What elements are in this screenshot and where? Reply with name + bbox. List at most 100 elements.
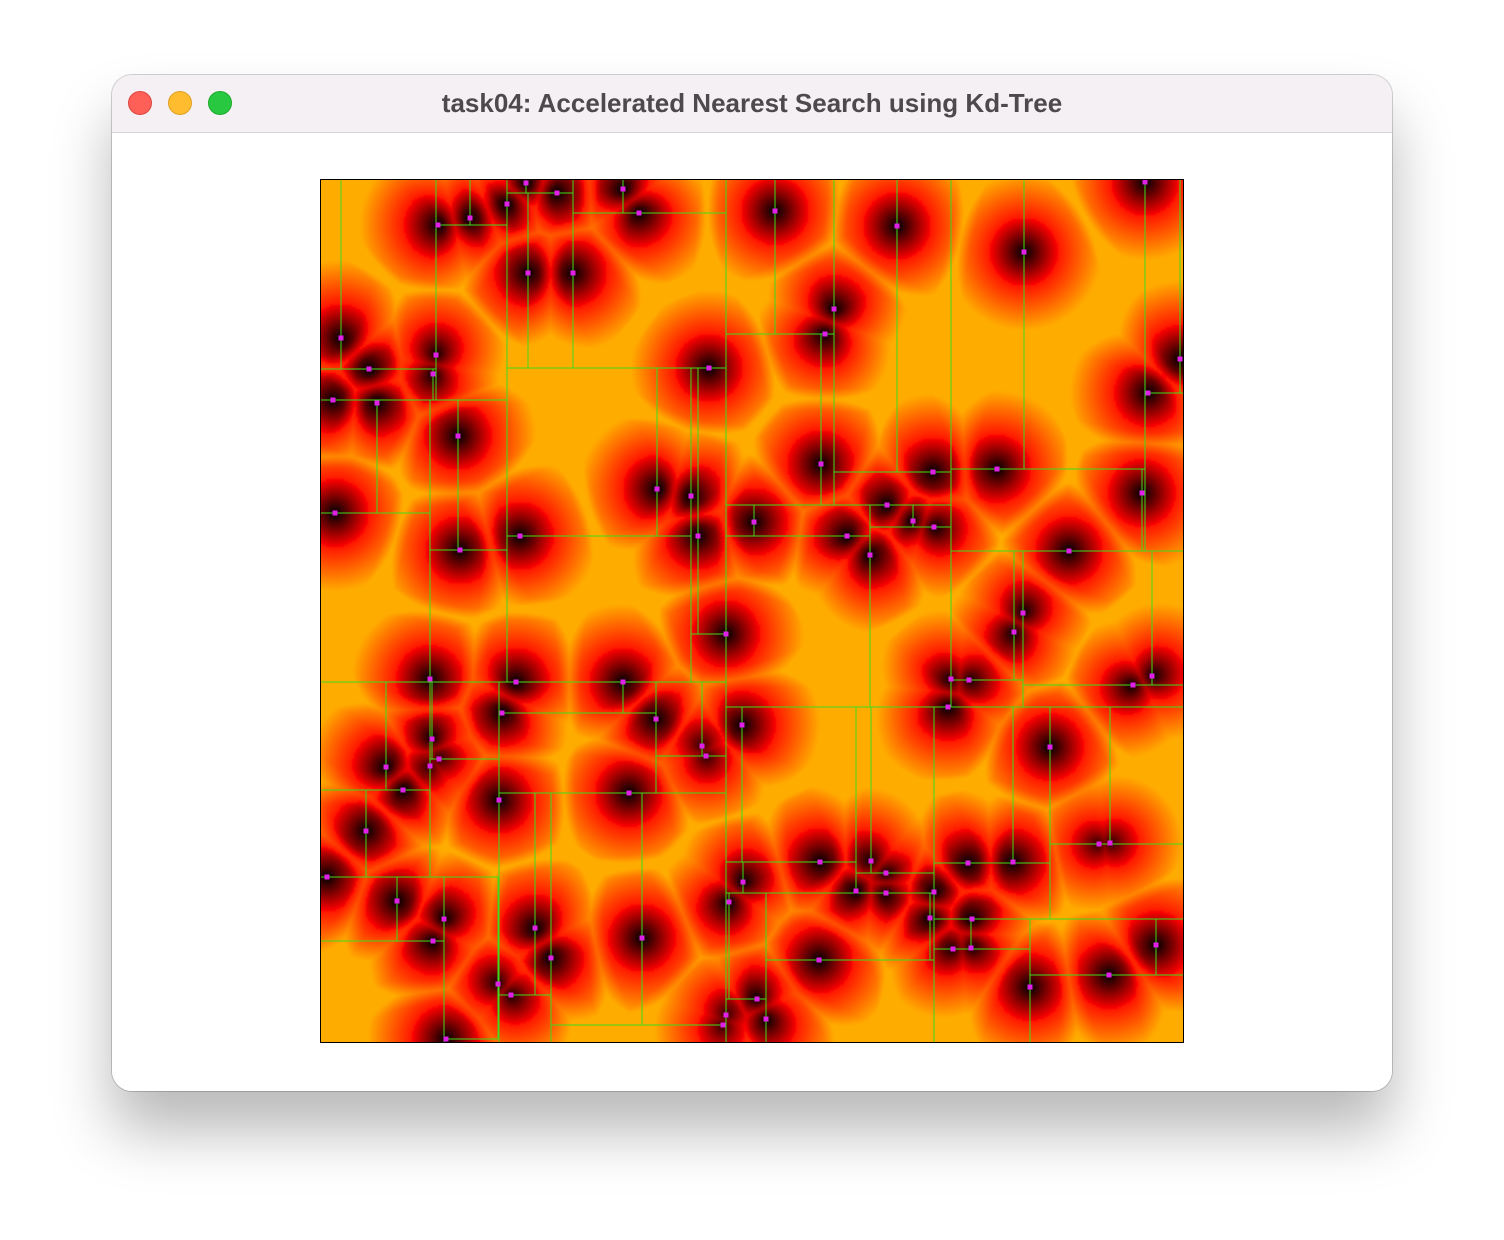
site-point-marker <box>1153 942 1159 948</box>
site-point-marker <box>822 331 828 337</box>
title-bar[interactable]: task04: Accelerated Nearest Search using… <box>112 75 1392 133</box>
site-point-marker <box>884 502 890 508</box>
site-point-marker <box>1107 840 1113 846</box>
site-point-marker <box>366 366 372 372</box>
site-point-marker <box>706 365 712 371</box>
site-point-marker <box>1010 859 1016 865</box>
site-point-marker <box>620 186 626 192</box>
site-point-marker <box>931 889 937 895</box>
site-point-marker <box>427 676 433 682</box>
site-point-marker <box>639 935 645 941</box>
site-point-marker <box>513 679 519 685</box>
app-window: task04: Accelerated Nearest Search using… <box>112 75 1392 1091</box>
site-point-marker <box>517 533 523 539</box>
site-point-marker <box>740 879 746 885</box>
site-point-marker <box>772 208 778 214</box>
site-point-marker <box>443 1036 449 1042</box>
site-point-marker <box>330 397 336 403</box>
site-point-marker <box>570 270 576 276</box>
site-point-marker <box>818 461 824 467</box>
site-point-marker <box>429 736 435 742</box>
site-point-marker <box>844 533 850 539</box>
site-point-marker <box>400 787 406 793</box>
site-point-marker <box>965 860 971 866</box>
site-point-marker <box>394 898 400 904</box>
site-point-marker <box>688 493 694 499</box>
site-point-marker <box>467 215 473 221</box>
site-point-marker <box>554 190 560 196</box>
site-point-marker <box>1027 984 1033 990</box>
site-point-marker <box>626 790 632 796</box>
site-point-marker <box>332 510 338 516</box>
site-point-marker <box>950 946 956 952</box>
site-point-marker <box>723 1012 729 1018</box>
site-point-marker <box>1066 548 1072 554</box>
window-title: task04: Accelerated Nearest Search using… <box>441 88 1063 118</box>
site-point-marker <box>1139 490 1145 496</box>
site-point-marker <box>969 916 975 922</box>
site-point-marker <box>1106 972 1112 978</box>
site-point-marker <box>525 270 531 276</box>
site-point-marker <box>831 306 837 312</box>
site-point-marker <box>945 704 951 710</box>
site-point-marker <box>496 797 502 803</box>
site-point-marker <box>499 710 505 716</box>
site-point-marker <box>868 858 874 864</box>
kdtree-canvas <box>320 179 1184 1043</box>
site-point-marker <box>883 870 889 876</box>
site-point-marker <box>966 677 972 683</box>
site-point-marker <box>457 547 463 553</box>
site-point-marker <box>817 859 823 865</box>
site-point-marker <box>930 469 936 475</box>
site-point-marker <box>433 352 439 358</box>
site-point-marker <box>338 335 344 341</box>
site-point-marker <box>816 957 822 963</box>
site-point-marker <box>383 764 389 770</box>
site-point-marker <box>523 180 529 186</box>
kdtree-partition-overlay <box>320 179 1184 1043</box>
site-point-marker <box>948 676 954 682</box>
site-point-marker <box>441 916 447 922</box>
site-point-marker <box>1142 179 1148 185</box>
site-point-marker <box>894 223 900 229</box>
site-point-marker <box>720 1022 726 1028</box>
site-point-marker <box>620 679 626 685</box>
site-point-marker <box>883 890 889 896</box>
site-point-marker <box>1020 610 1026 616</box>
site-point-marker <box>927 915 933 921</box>
site-point-marker <box>699 743 705 749</box>
site-point-marker <box>653 716 659 722</box>
site-point-marker <box>504 201 510 207</box>
site-point-marker <box>324 874 330 880</box>
site-point-marker <box>853 888 859 894</box>
site-point-marker <box>374 400 380 406</box>
site-point-marker <box>910 518 916 524</box>
site-point-marker <box>726 899 732 905</box>
site-point-marker <box>723 631 729 637</box>
site-point-marker <box>427 763 433 769</box>
site-point-marker <box>763 1016 769 1022</box>
site-point-marker <box>363 828 369 834</box>
site-point-marker <box>508 992 514 998</box>
site-point-marker <box>1021 249 1027 255</box>
site-point-marker <box>548 955 554 961</box>
site-point-marker <box>739 722 745 728</box>
site-point-marker <box>495 981 501 987</box>
site-point-marker <box>436 756 442 762</box>
site-point-marker <box>703 753 709 759</box>
site-point-marker <box>430 371 436 377</box>
site-point-marker <box>455 433 461 439</box>
site-point-marker <box>751 519 757 525</box>
site-point-marker <box>435 222 441 228</box>
site-point-marker <box>931 524 937 530</box>
site-point-marker <box>867 552 873 558</box>
window-content <box>112 133 1392 1091</box>
site-point-marker <box>1149 673 1155 679</box>
site-point-marker <box>754 996 760 1002</box>
site-point-marker <box>430 938 436 944</box>
site-point-marker <box>1011 629 1017 635</box>
site-point-marker <box>654 486 660 492</box>
site-point-marker <box>636 210 642 216</box>
site-point-marker <box>1096 841 1102 847</box>
canvas-border <box>320 179 1184 1043</box>
